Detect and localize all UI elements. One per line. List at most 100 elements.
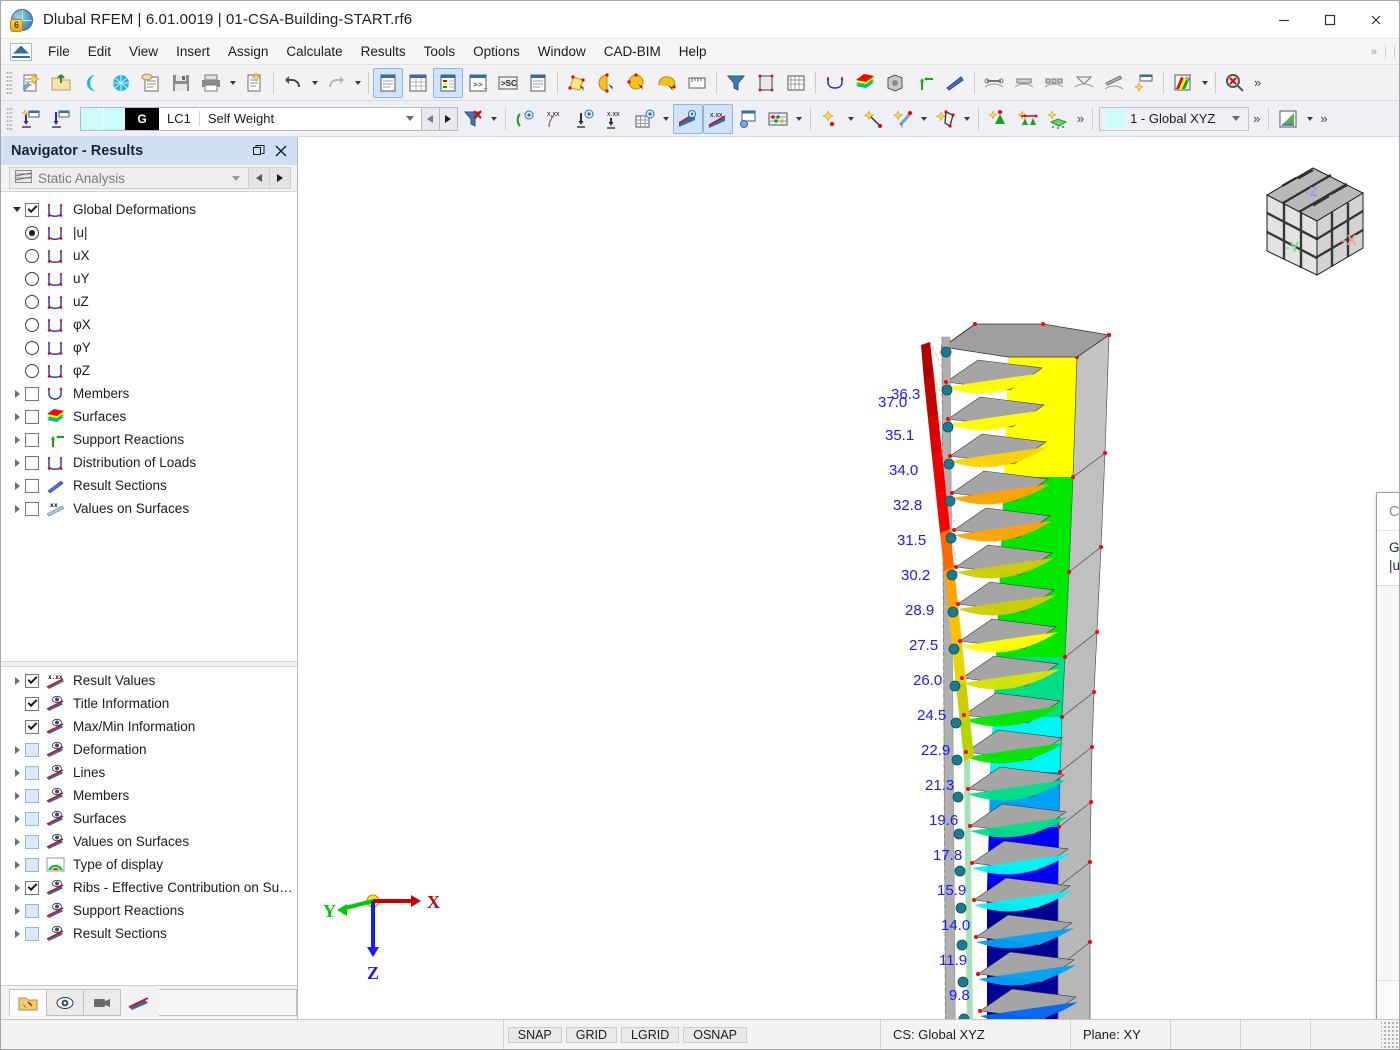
view-plane-caret[interactable] [1303,104,1316,134]
menu-tools[interactable]: Tools [415,41,465,62]
measure-icon[interactable] [682,68,712,98]
tree-radio[interactable] [25,225,39,240]
tree-checkbox[interactable] [25,765,39,780]
tree-checkbox[interactable] [25,903,39,918]
save-as-icon[interactable] [136,68,166,98]
tree-checkbox[interactable] [25,811,39,826]
tree-expander[interactable] [9,481,25,490]
model-viewport[interactable]: -Z -Y -X 36.3 37.0 35.1 34.0 32.8 31.5 3… [298,137,1399,1019]
maximize-button[interactable] [1307,1,1353,38]
tree-expander[interactable] [9,860,25,869]
control-panel-icon[interactable] [433,67,463,98]
tree-expander[interactable] [9,768,25,777]
line-support-icon[interactable] [1013,104,1043,134]
tree-item-members[interactable]: Members [1,784,297,807]
tree-item-distribution-of-loads[interactable]: Distribution of Loads [1,451,297,474]
deformation-icon[interactable] [820,68,850,98]
tree-item-members[interactable]: Members [1,382,297,405]
tree-item-title-information[interactable]: Title Information [1,692,297,715]
toggle-snap[interactable]: SNAP [507,1026,562,1043]
undo-icon[interactable] [278,68,308,98]
script-sc-icon[interactable]: >SC [493,68,523,98]
member-result-2-icon[interactable] [1009,68,1039,98]
load-case-combo[interactable]: G LC1 Self Weight [80,106,422,131]
support-reactions-icon[interactable] [910,68,940,98]
view-plane-icon[interactable] [1273,104,1303,134]
show-loads-icon[interactable] [16,104,46,134]
color-display-caret[interactable] [1198,68,1211,98]
nodal-support-icon[interactable] [983,104,1013,134]
member-new-caret[interactable] [918,104,931,134]
member-result-1-icon[interactable] [979,68,1009,98]
menu-insert[interactable]: Insert [167,41,219,62]
tree-item-y[interactable]: φY [1,336,297,359]
deform-down-icon[interactable] [570,104,600,134]
filter-icon[interactable] [721,68,751,98]
view-toolbar-overflow[interactable]: » [1316,111,1331,126]
analysis-type-combo[interactable]: Static Analysis [9,167,249,189]
filter-results-caret[interactable] [488,104,501,134]
tree-item-support-reactions[interactable]: Support Reactions [1,899,297,922]
tree-item-uz[interactable]: uZ [1,290,297,313]
tree-item-result-values[interactable]: x.xx Result Values [1,669,297,692]
tree-item-result-sections[interactable]: Result Sections [1,474,297,497]
tree-expander[interactable] [9,412,25,421]
node-new-caret[interactable] [845,104,858,134]
menu-results[interactable]: Results [352,41,415,62]
tree-radio[interactable] [25,363,39,378]
new-model-icon[interactable] [16,68,46,98]
print-icon[interactable] [196,68,226,98]
solids-icon[interactable] [880,68,910,98]
menu-overflow[interactable]: » [1371,39,1395,64]
cs-overflow[interactable]: » [1249,111,1264,126]
table-panel-icon[interactable] [403,68,433,98]
surface-new-caret[interactable] [961,104,974,134]
results-toolbar-overflow[interactable]: » [1073,111,1088,126]
tree-expander[interactable] [9,837,25,846]
member-result-3-icon[interactable] [1039,68,1069,98]
tree-checkbox[interactable] [25,202,39,217]
tree-checkbox[interactable] [25,409,39,424]
select-single-icon[interactable] [592,68,622,98]
menu-help[interactable]: Help [670,41,716,62]
surface-new-icon[interactable] [931,104,961,134]
filter-results-icon[interactable] [458,104,488,134]
member-result-5-icon[interactable] [1099,68,1129,98]
redo-history-caret[interactable] [351,68,364,98]
main-toolbar-overflow[interactable]: » [1250,75,1265,90]
toggle-grid[interactable]: GRID [565,1026,618,1043]
select-lasso-icon[interactable] [652,68,682,98]
tree-expander[interactable] [9,745,25,754]
analysis-dropdown-arrow[interactable] [232,175,240,181]
tree-item-type-of-display[interactable]: Type of display [1,853,297,876]
menu-assign[interactable]: Assign [219,41,278,62]
menu-view[interactable]: View [120,41,167,62]
new-report-icon[interactable] [239,68,269,98]
menu-options[interactable]: Options [464,41,529,62]
zoom-reset-icon[interactable] [1220,68,1250,98]
tree-item-deformation[interactable]: Deformation [1,738,297,761]
load-case-prev-button[interactable] [421,106,440,131]
tab-results-navigator[interactable] [120,989,160,1016]
tree-expander[interactable] [9,435,25,444]
menu-edit[interactable]: Edit [79,41,120,62]
color-display-icon[interactable] [1168,68,1198,98]
tree-checkbox[interactable] [25,719,39,734]
analysis-next-button[interactable] [270,167,291,189]
tree-checkbox[interactable] [25,880,39,895]
toolbar-grip[interactable] [6,70,13,95]
tree-checkbox[interactable] [25,788,39,803]
navigator-panel-icon[interactable] [373,67,403,98]
member-result-new-icon[interactable] [1129,68,1159,98]
tree-item-ux[interactable]: uX [1,244,297,267]
tree-item-values-on-surfaces[interactable]: xx Values on Surfaces [1,497,297,520]
print-options-caret[interactable] [226,68,239,98]
values-xxx-2-icon[interactable]: x.xx [600,104,630,134]
tree-checkbox[interactable] [25,478,39,493]
result-diagram-icon[interactable] [672,103,703,134]
tree-item-result-sections[interactable]: Result Sections [1,922,297,945]
menu-cad-bim[interactable]: CAD-BIM [595,41,670,62]
tree-expander[interactable] [9,504,25,513]
member-result-4-icon[interactable] [1069,68,1099,98]
menu-window[interactable]: Window [529,41,595,62]
